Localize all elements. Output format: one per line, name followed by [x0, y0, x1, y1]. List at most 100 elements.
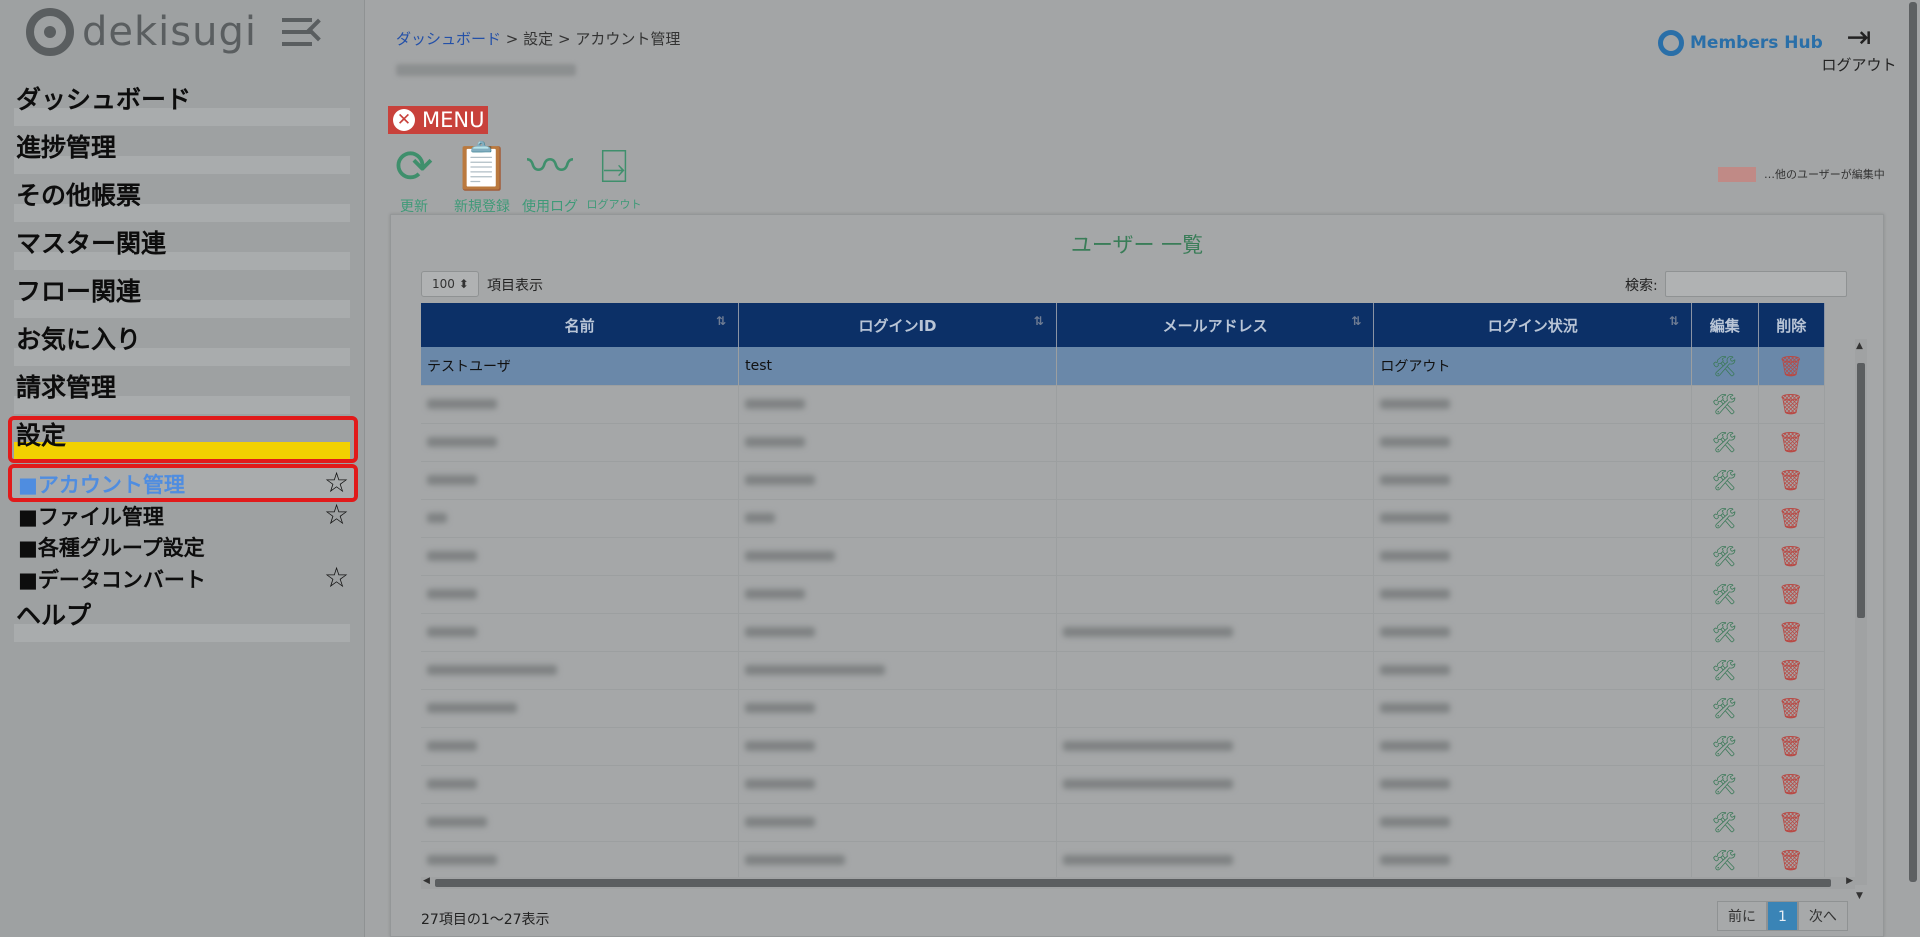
star-icon[interactable]: ☆ [324, 498, 349, 531]
toolbar-logout-button[interactable]: ⍈ ログアウト [586, 136, 642, 212]
scroll-thumb[interactable] [435, 879, 1831, 887]
edit-cell[interactable]: 🛠 [1691, 385, 1759, 424]
page-length-select[interactable]: 100 ⬍ [421, 271, 479, 297]
col-status-header[interactable]: ログイン状況 ⇅ [1373, 303, 1693, 347]
scroll-left-icon[interactable]: ◀ [423, 876, 430, 886]
wrench-icon[interactable]: 🛠 [1712, 810, 1737, 834]
table-row[interactable]: 🛠 🗑 [421, 385, 1825, 424]
trash-icon[interactable]: 🗑 [1778, 392, 1803, 416]
table-row[interactable]: 🛠 🗑 [421, 651, 1825, 690]
col-name-header[interactable]: 名前 ⇅ [421, 303, 740, 347]
menu-toggle-button[interactable]: ✕ MENU [388, 106, 488, 134]
wrench-icon[interactable]: 🛠 [1712, 658, 1737, 682]
wrench-icon[interactable]: 🛠 [1712, 848, 1737, 872]
col-email-header[interactable]: メールアドレス ⇅ [1056, 303, 1375, 347]
edit-cell[interactable]: 🛠 [1691, 841, 1759, 880]
sidebar-collapse-icon[interactable] [282, 18, 330, 52]
col-loginid-header[interactable]: ログインID ⇅ [738, 303, 1057, 347]
sidebar-item-dashboard[interactable]: ダッシュボード [14, 78, 350, 126]
wrench-icon[interactable]: 🛠 [1712, 506, 1737, 530]
table-row[interactable]: 🛠 🗑 [421, 765, 1825, 804]
scroll-down-icon[interactable]: ▼ [1856, 891, 1863, 901]
table-row[interactable]: 🛠 🗑 [421, 727, 1825, 766]
delete-cell[interactable]: 🗑 [1758, 727, 1825, 766]
search-input[interactable] [1665, 271, 1847, 297]
trash-icon[interactable]: 🗑 [1778, 354, 1803, 378]
trash-icon[interactable]: 🗑 [1778, 848, 1803, 872]
table-row[interactable]: テストユーザ test ログアウト 🛠 🗑 [421, 347, 1825, 386]
trash-icon[interactable]: 🗑 [1778, 544, 1803, 568]
trash-icon[interactable]: 🗑 [1778, 810, 1803, 834]
wrench-icon[interactable]: 🛠 [1712, 354, 1737, 378]
trash-icon[interactable]: 🗑 [1778, 582, 1803, 606]
delete-cell[interactable]: 🗑 [1758, 385, 1825, 424]
sidebar-item-favorites[interactable]: お気に入り [14, 318, 350, 366]
scroll-right-icon[interactable]: ▶ [1846, 876, 1853, 886]
wrench-icon[interactable]: 🛠 [1712, 544, 1737, 568]
trash-icon[interactable]: 🗑 [1778, 658, 1803, 682]
breadcrumb-home[interactable]: ダッシュボード [396, 30, 501, 48]
prev-page-button[interactable]: 前に [1717, 901, 1767, 931]
table-horizontal-scrollbar[interactable]: ◀ ▶ [421, 876, 1855, 889]
wrench-icon[interactable]: 🛠 [1712, 620, 1737, 644]
wrench-icon[interactable]: 🛠 [1712, 392, 1737, 416]
trash-icon[interactable]: 🗑 [1778, 620, 1803, 644]
edit-cell[interactable]: 🛠 [1691, 727, 1759, 766]
wrench-icon[interactable]: 🛠 [1712, 468, 1737, 492]
table-row[interactable]: 🛠 🗑 [421, 499, 1825, 538]
trash-icon[interactable]: 🗑 [1778, 468, 1803, 492]
trash-icon[interactable]: 🗑 [1778, 696, 1803, 720]
edit-cell[interactable]: 🛠 [1691, 575, 1759, 614]
edit-cell[interactable]: 🛠 [1691, 499, 1759, 538]
edit-cell[interactable]: 🛠 [1691, 423, 1759, 462]
edit-cell[interactable]: 🛠 [1691, 651, 1759, 690]
delete-cell[interactable]: 🗑 [1758, 765, 1825, 804]
delete-cell[interactable]: 🗑 [1758, 613, 1825, 652]
edit-cell[interactable]: 🛠 [1691, 347, 1759, 386]
scroll-thumb[interactable] [1857, 363, 1865, 618]
usage-log-button[interactable]: 〰 使用ログ [520, 136, 580, 216]
edit-cell[interactable]: 🛠 [1691, 461, 1759, 500]
trash-icon[interactable]: 🗑 [1778, 506, 1803, 530]
wrench-icon[interactable]: 🛠 [1712, 430, 1737, 454]
scroll-up-icon[interactable]: ▲ [1856, 341, 1863, 351]
edit-cell[interactable]: 🛠 [1691, 613, 1759, 652]
sidebar-subitem-groups[interactable]: ■各種グループ設定 [18, 532, 205, 562]
table-row[interactable]: 🛠 🗑 [421, 537, 1825, 576]
delete-cell[interactable]: 🗑 [1758, 575, 1825, 614]
wrench-icon[interactable]: 🛠 [1712, 734, 1737, 758]
refresh-button[interactable]: ⟳ 更新 [388, 136, 440, 216]
star-icon[interactable]: ☆ [324, 561, 349, 594]
table-vertical-scrollbar[interactable]: ▲ ▼ [1855, 339, 1867, 901]
sidebar-item-help[interactable]: ヘルプ [14, 594, 350, 642]
table-row[interactable]: 🛠 🗑 [421, 461, 1825, 500]
logout-button[interactable]: ⇥ ログアウト [1814, 22, 1904, 75]
trash-icon[interactable]: 🗑 [1778, 772, 1803, 796]
trash-icon[interactable]: 🗑 [1778, 734, 1803, 758]
delete-cell[interactable]: 🗑 [1758, 841, 1825, 880]
sidebar-item-master[interactable]: マスター関連 [14, 222, 350, 270]
trash-icon[interactable]: 🗑 [1778, 430, 1803, 454]
sidebar-item-flow[interactable]: フロー関連 [14, 270, 350, 318]
delete-cell[interactable]: 🗑 [1758, 537, 1825, 576]
edit-cell[interactable]: 🛠 [1691, 689, 1759, 728]
star-icon[interactable]: ☆ [324, 466, 349, 499]
delete-cell[interactable]: 🗑 [1758, 689, 1825, 728]
new-register-button[interactable]: 📋 新規登録 [452, 136, 512, 216]
sidebar-item-progress[interactable]: 進捗管理 [14, 126, 350, 174]
table-row[interactable]: 🛠 🗑 [421, 575, 1825, 614]
delete-cell[interactable]: 🗑 [1758, 651, 1825, 690]
edit-cell[interactable]: 🛠 [1691, 803, 1759, 842]
next-page-button[interactable]: 次へ [1797, 901, 1848, 931]
page-1-button[interactable]: 1 [1767, 901, 1798, 931]
sidebar-subitem-account[interactable]: ■アカウント管理 [18, 469, 185, 499]
wrench-icon[interactable]: 🛠 [1712, 696, 1737, 720]
sidebar-item-billing[interactable]: 請求管理 [14, 366, 350, 414]
wrench-icon[interactable]: 🛠 [1712, 582, 1737, 606]
delete-cell[interactable]: 🗑 [1758, 803, 1825, 842]
table-row[interactable]: 🛠 🗑 [421, 613, 1825, 652]
delete-cell[interactable]: 🗑 [1758, 499, 1825, 538]
wrench-icon[interactable]: 🛠 [1712, 772, 1737, 796]
edit-cell[interactable]: 🛠 [1691, 765, 1759, 804]
edit-cell[interactable]: 🛠 [1691, 537, 1759, 576]
